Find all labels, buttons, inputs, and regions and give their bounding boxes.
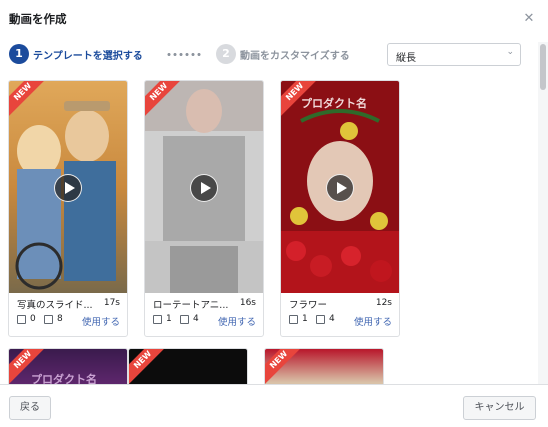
play-icon[interactable] [326, 174, 354, 202]
overlay-product-name: プロダクト名 [31, 373, 97, 384]
template-name: ローテートアニ... [153, 300, 229, 311]
template-duration: 12s [375, 298, 392, 308]
use-template-link[interactable]: 使用する [354, 314, 392, 328]
template-name: 写真のスライド... [17, 300, 93, 311]
text-count: 1 [302, 314, 308, 324]
dialog-footer: 戻る キャンセル [0, 384, 548, 427]
template-card[interactable]: NEW [264, 348, 384, 384]
text-field-icon [17, 315, 26, 324]
play-icon[interactable] [54, 174, 82, 202]
image-icon [44, 315, 53, 324]
use-template-link[interactable]: 使用する [82, 314, 120, 328]
step-indicator: 1 テンプレートを選択する 2 動画をカスタマイズする 縦長 ⌄ [0, 42, 548, 68]
chevron-down-icon: ⌄ [506, 47, 514, 57]
orientation-select[interactable]: 縦長 ⌄ [387, 43, 521, 66]
orientation-select-value: 縦長 [396, 53, 416, 64]
image-count: 8 [57, 314, 63, 324]
new-badge: NEW [265, 349, 306, 384]
image-count: 4 [193, 314, 199, 324]
scrollbar-thumb[interactable] [540, 44, 546, 90]
step-connector-dots [166, 53, 202, 56]
template-grid: NEW 写真のスライド... 17s 0 8 使用する NEW ローテートアニ.… [0, 74, 538, 384]
text-field-icon [289, 315, 298, 324]
play-icon[interactable] [190, 174, 218, 202]
template-card[interactable]: プロダクト名 NEW フラワー 12s 1 4 使用する [280, 80, 400, 337]
step-1-number: 1 [9, 44, 29, 64]
image-icon [180, 315, 189, 324]
template-duration: 17s [103, 298, 120, 308]
template-thumbnail: プロダクト名 NEW [281, 81, 399, 293]
overlay-product-name: プロダクト名 [301, 97, 367, 110]
new-badge: NEW [129, 349, 170, 384]
image-count: 4 [329, 314, 335, 324]
template-card[interactable]: NEW ローテートアニ... 16s 1 4 使用する [144, 80, 264, 337]
step-1-label: テンプレートを選択する [33, 51, 143, 62]
template-card[interactable]: NEW [128, 348, 248, 384]
template-name: フラワー [289, 300, 328, 311]
text-field-icon [153, 315, 162, 324]
dialog-header: 動画を作成 ✕ [0, 0, 548, 38]
text-count: 0 [30, 314, 36, 324]
close-icon[interactable]: ✕ [521, 11, 537, 27]
template-duration: 16s [239, 298, 256, 308]
cancel-button[interactable]: キャンセル [463, 396, 536, 420]
scrollbar[interactable] [538, 42, 548, 384]
step-2-number: 2 [216, 44, 236, 64]
template-thumbnail: NEW [9, 81, 127, 293]
use-template-link[interactable]: 使用する [218, 314, 256, 328]
text-count: 1 [166, 314, 172, 324]
image-icon [316, 315, 325, 324]
template-card[interactable]: NEW 写真のスライド... 17s 0 8 使用する [8, 80, 128, 337]
template-thumbnail: NEW [145, 81, 263, 293]
step-2-label: 動画をカスタマイズする [240, 51, 350, 62]
dialog-title: 動画を作成 [9, 12, 67, 26]
back-button[interactable]: 戻る [9, 396, 51, 420]
template-card[interactable]: NEW プロダクト名 [8, 348, 128, 384]
